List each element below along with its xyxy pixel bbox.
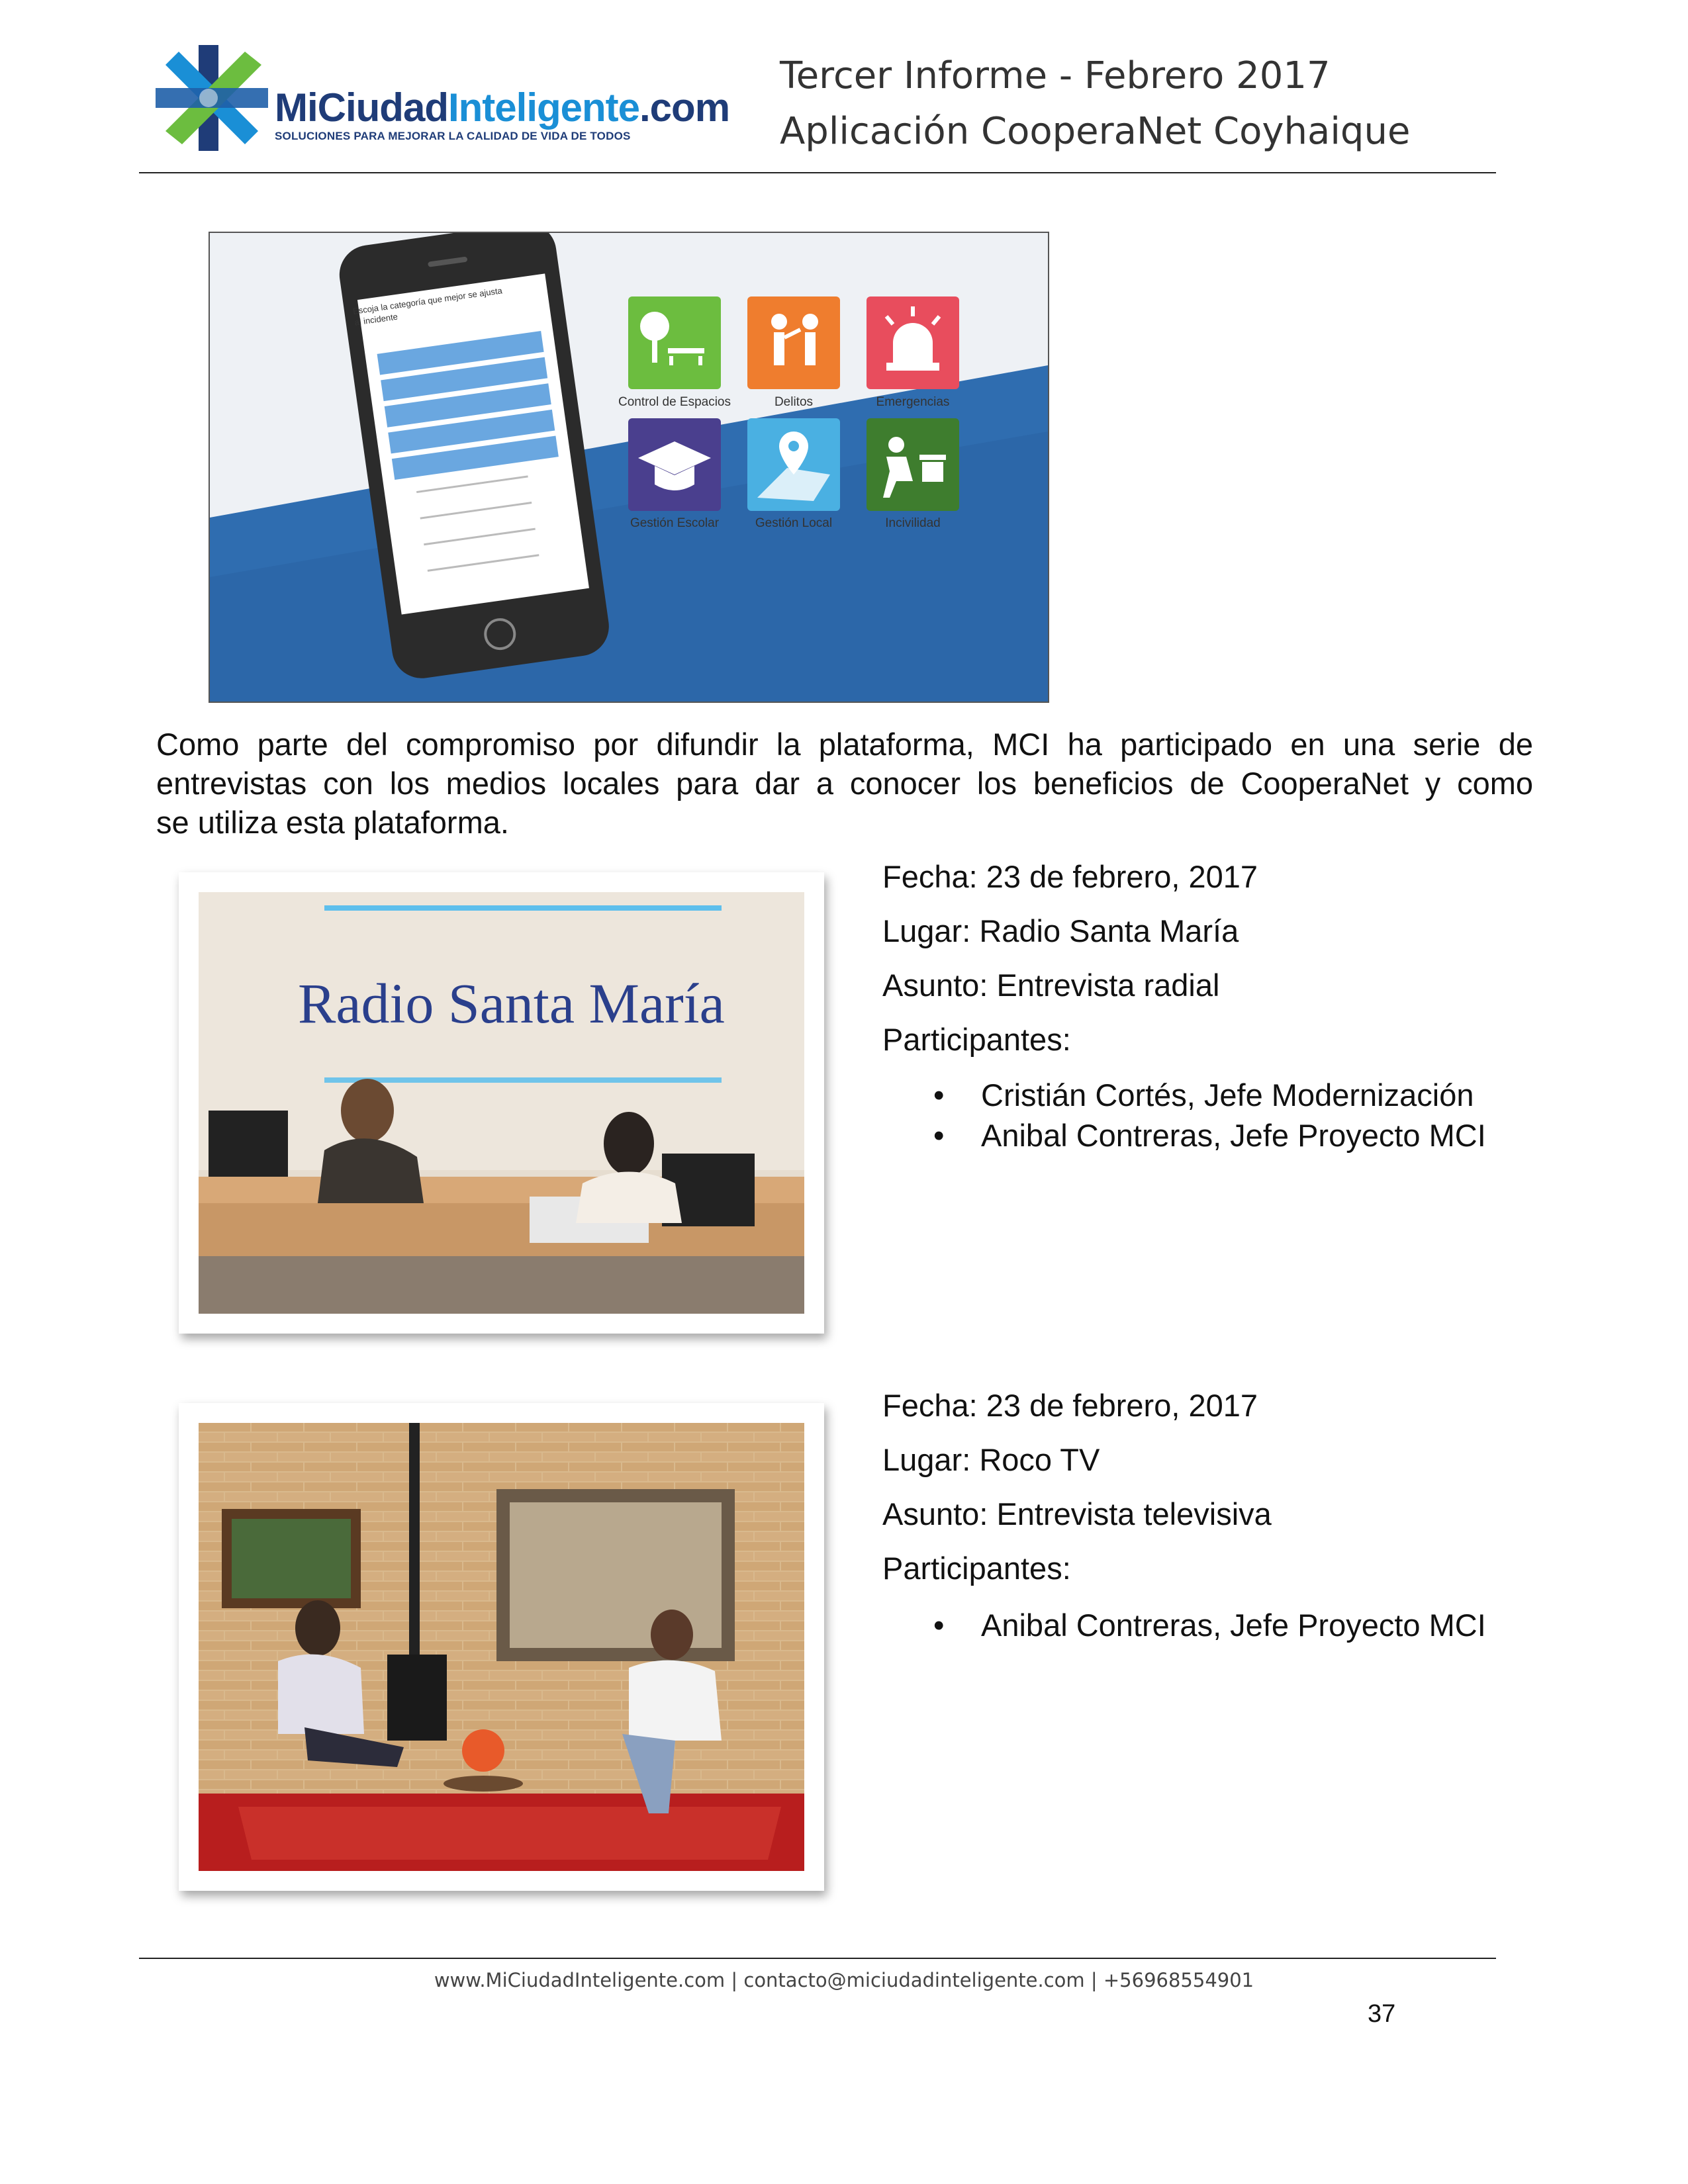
interview2-fecha: Fecha: 23 de febrero, 2017 (882, 1388, 1258, 1423)
tile-label-incivilidad: Incivilidad (885, 516, 941, 530)
footer-divider (139, 1958, 1496, 1959)
intro-paragraph: Como parte del compromiso por difundir l… (156, 725, 1533, 842)
tile-label-emergencias: Emergencias (876, 395, 950, 409)
bullet-icon: • (933, 1118, 945, 1153)
park-bench-icon (640, 312, 704, 365)
tile-label-delitos: Delitos (774, 395, 814, 409)
logo-wordmark-tld: .com (639, 85, 730, 130)
intro-line2: entrevistas con los medios locales para … (156, 766, 1533, 801)
tile-label-gestion-escolar: Gestión Escolar (630, 516, 720, 530)
logo-wordmark-accent: Inteligente (447, 85, 640, 130)
tile-label-control-espacios: Control de Espacios (618, 395, 731, 409)
tile-gestion-local (747, 418, 840, 511)
bullet-icon: • (933, 1077, 945, 1113)
tile-control-espacios (628, 296, 721, 389)
bullet-icon: • (933, 1608, 945, 1643)
interview1-fecha: Fecha: 23 de febrero, 2017 (882, 859, 1258, 894)
interview1-lugar: Lugar: Radio Santa María (882, 913, 1239, 948)
photo-sign-text: Radio Santa María (298, 972, 725, 1035)
header-title-line2: Aplicación CooperaNet Coyhaique (780, 110, 1411, 153)
interview2-participantes-label: Participantes: (882, 1551, 1071, 1586)
tile-emergencias (867, 296, 959, 389)
interview2-asunto: Asunto: Entrevista televisiva (882, 1496, 1272, 1531)
header-title-line1: Tercer Informe - Febrero 2017 (780, 54, 1331, 97)
tile-gestion-escolar (628, 418, 721, 511)
logo-wordmark-main: MiCiudad (275, 85, 449, 130)
logo-tagline: SOLUCIONES PARA MEJORAR LA CALIDAD DE VI… (275, 130, 631, 142)
interview1-participantes-label: Participantes: (882, 1022, 1071, 1057)
interview2-lugar: Lugar: Roco TV (882, 1442, 1100, 1477)
incivility-icon (883, 437, 946, 498)
app-screenshot: Escoja la categoría que mejor se ajusta … (209, 232, 1049, 703)
interview2-participant-1: Anibal Contreras, Jefe Proyecto MCI (981, 1608, 1486, 1643)
photo-radio-santa-maria: Radio Santa María (179, 872, 824, 1334)
page-number: 37 (1368, 2000, 1396, 2028)
people-conflict-icon (771, 314, 818, 365)
logo-wordmark: MiCiudadInteligente.com (275, 85, 730, 130)
photo-roco-tv (179, 1403, 824, 1891)
tile-label-gestion-local: Gestión Local (755, 516, 833, 530)
interview1-participant-1: Cristián Cortés, Jefe Modernización (981, 1077, 1474, 1113)
tile-delitos (747, 296, 840, 389)
interview1-participant-2: Anibal Contreras, Jefe Proyecto MCI (981, 1118, 1486, 1153)
logo-icon (156, 45, 268, 151)
interview1-asunto: Asunto: Entrevista radial (882, 968, 1220, 1003)
intro-line3: se utiliza esta plataforma. (156, 805, 509, 840)
tile-incivilidad (867, 418, 959, 511)
graduation-cap-icon (638, 441, 711, 490)
map-pin-icon (757, 432, 830, 501)
siren-icon (884, 306, 941, 371)
header-divider (139, 172, 1496, 173)
footer-contact: www.MiCiudadInteligente.com | contacto@m… (434, 1969, 1254, 1991)
intro-line1: Como parte del compromiso por difundir l… (156, 727, 1533, 762)
